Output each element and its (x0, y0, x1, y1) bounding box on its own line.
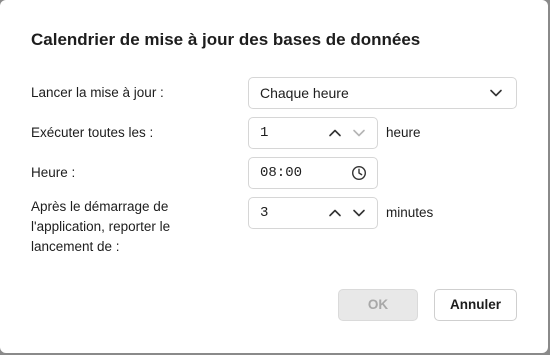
chevron-up-icon[interactable] (327, 125, 343, 141)
every-unit: heure (386, 125, 421, 140)
delay-stepper[interactable]: 3 (248, 197, 378, 229)
every-label: Exécuter toutes les : (31, 125, 154, 140)
delay-label-line2: l'application, reporter le (31, 219, 171, 234)
delay-value: 3 (260, 205, 269, 221)
schedule-dialog: Calendrier de mise à jour des bases de d… (0, 0, 548, 353)
ok-button[interactable]: OK (338, 289, 418, 321)
chevron-down-icon (490, 89, 502, 97)
chevron-down-icon[interactable] (351, 125, 367, 141)
delay-label-line1: Après le démarrage de (31, 199, 169, 214)
every-stepper[interactable]: 1 (248, 117, 378, 149)
delay-label-line3: lancement de : (31, 239, 120, 254)
chevron-down-icon[interactable] (351, 205, 367, 221)
launch-label: Lancer la mise à jour : (31, 85, 164, 100)
dialog-title: Calendrier de mise à jour des bases de d… (31, 30, 421, 49)
cancel-button[interactable]: Annuler (434, 289, 517, 321)
time-value: 08:00 (260, 165, 303, 181)
launch-mode-value: Chaque heure (260, 85, 349, 101)
delay-label: Après le démarrage de l'application, rep… (31, 197, 170, 257)
delay-unit: minutes (386, 205, 434, 220)
chevron-up-icon[interactable] (327, 205, 343, 221)
every-value: 1 (260, 125, 269, 141)
time-input[interactable]: 08:00 (248, 157, 378, 189)
clock-icon[interactable] (351, 165, 367, 181)
time-label: Heure : (31, 165, 76, 180)
launch-mode-select[interactable]: Chaque heure (248, 77, 517, 109)
